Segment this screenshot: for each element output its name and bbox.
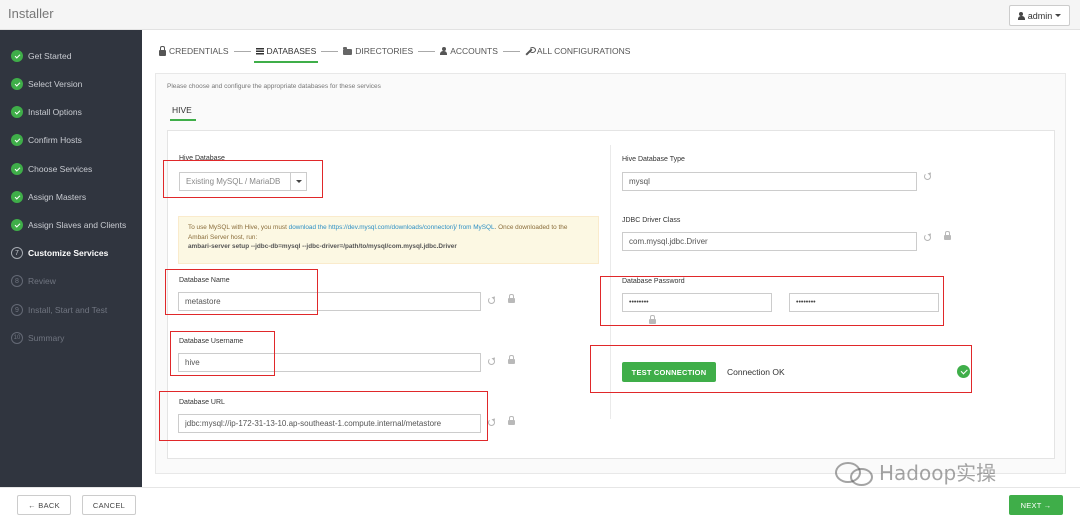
column-divider [610,145,611,419]
lock-icon [159,45,166,56]
main-content: CREDENTIALS DATABASES DIRECTORIES ACCOUN… [142,30,1080,487]
lock-icon[interactable] [944,231,951,240]
chevron-down-icon [295,180,302,183]
hive-database-type-label: Hive Database Type [622,156,685,163]
hive-database-label: Hive Database [179,155,225,162]
lock-icon[interactable] [508,294,515,303]
database-username-label: Database Username [179,338,244,345]
test-connection-button[interactable]: TEST CONNECTION [622,362,716,382]
database-name-input[interactable] [178,292,481,311]
lock-icon[interactable] [508,416,515,425]
check-icon [11,106,23,118]
refresh-icon[interactable] [488,297,495,304]
hive-database-type-input[interactable] [622,172,917,191]
hive-config-card: Hive Database Existing MySQL / MariaDB T… [167,130,1055,459]
database-password-confirm-input[interactable]: •••••••• [789,293,939,312]
check-icon [11,78,23,90]
wizard-footer: ← BACK CANCEL NEXT → [0,487,1080,524]
tab-databases[interactable]: DATABASES [253,42,319,63]
refresh-icon[interactable] [488,358,495,365]
user-name: admin [1027,10,1053,21]
hive-database-value: Existing MySQL / MariaDB [180,173,291,190]
sidebar-step-summary: 10 Summary [11,331,64,345]
jdbc-driver-class-label: JDBC Driver Class [622,217,681,224]
refresh-icon[interactable] [924,173,931,180]
wechat-icon [835,460,873,486]
check-icon [11,163,23,175]
next-button[interactable]: NEXT → [1009,495,1063,515]
lock-icon[interactable] [508,355,515,364]
check-icon [11,50,23,62]
tab-separator [502,50,520,52]
connection-status: Connection OK [727,367,785,377]
sidebar-step-review: 8 Review [11,274,56,288]
database-icon [255,47,264,55]
check-icon [11,134,23,146]
lock-icon[interactable] [649,315,656,324]
step-number-badge: 10 [11,332,23,344]
check-icon [11,191,23,203]
tab-all-configurations[interactable]: ALL CONFIGURATIONS [525,42,630,60]
sidebar-step-get-started[interactable]: Get Started [11,49,71,63]
jdbc-driver-class-input[interactable] [622,232,917,251]
tab-accounts[interactable]: ACCOUNTS [440,42,498,60]
sidebar-step-confirm-hosts[interactable]: Confirm Hosts [11,133,82,147]
folder-icon [343,47,353,55]
database-password-input[interactable]: •••••••• [622,293,772,312]
setup-command: ambari-server setup --jdbc-db=mysql --jd… [188,243,457,250]
sidebar-step-install-options[interactable]: Install Options [11,105,82,119]
databases-panel: Please choose and configure the appropri… [155,73,1066,474]
step-number-badge: 7 [11,247,23,259]
sidebar-step-assign-slaves[interactable]: Assign Slaves and Clients [11,218,126,232]
wrench-icon [525,46,536,56]
database-username-input[interactable] [178,353,481,372]
sidebar-step-customize-services[interactable]: 7 Customize Services [11,246,108,260]
refresh-icon[interactable] [924,234,931,241]
hive-database-select[interactable]: Existing MySQL / MariaDB [179,172,307,191]
sidebar-step-install-start-test: 9 Install, Start and Test [11,303,107,317]
sidebar-step-choose-services[interactable]: Choose Services [11,162,92,176]
back-button[interactable]: ← BACK [17,495,71,515]
sidebar-step-select-version[interactable]: Select Version [11,77,82,91]
user-menu-button[interactable]: admin [1009,5,1070,26]
mysql-driver-alert: To use MySQL with Hive, you must downloa… [178,216,599,264]
refresh-icon[interactable] [488,419,495,426]
user-icon [440,47,448,55]
intro-text: Please choose and configure the appropri… [167,83,381,90]
step-number-badge: 9 [11,304,23,316]
check-icon [11,219,23,231]
tab-separator [233,50,251,52]
step-number-badge: 8 [11,275,23,287]
user-icon [1017,11,1025,20]
database-name-label: Database Name [179,277,230,284]
mysql-connector-link[interactable]: download the https://dev.mysql.com/downl… [289,224,495,231]
chevron-down-icon [1055,14,1062,17]
tab-credentials[interactable]: CREDENTIALS [159,42,229,60]
database-password-label: Database Password [622,278,685,285]
service-tab-hive[interactable]: HIVE [170,105,196,121]
tab-separator [418,50,436,52]
top-bar: Installer admin [0,0,1080,30]
wizard-sidebar: Get Started Select Version Install Optio… [0,30,142,487]
check-circle-icon [957,365,970,378]
database-url-label: Database URL [179,399,225,406]
app-title: Installer [8,6,54,21]
cancel-button[interactable]: CANCEL [82,495,136,515]
tab-separator [321,50,339,52]
config-tabs: CREDENTIALS DATABASES DIRECTORIES ACCOUN… [159,42,630,63]
watermark: Hadoop实操 [835,457,996,486]
database-url-input[interactable] [178,414,481,433]
sidebar-step-assign-masters[interactable]: Assign Masters [11,190,86,204]
tab-directories[interactable]: DIRECTORIES [343,42,413,60]
